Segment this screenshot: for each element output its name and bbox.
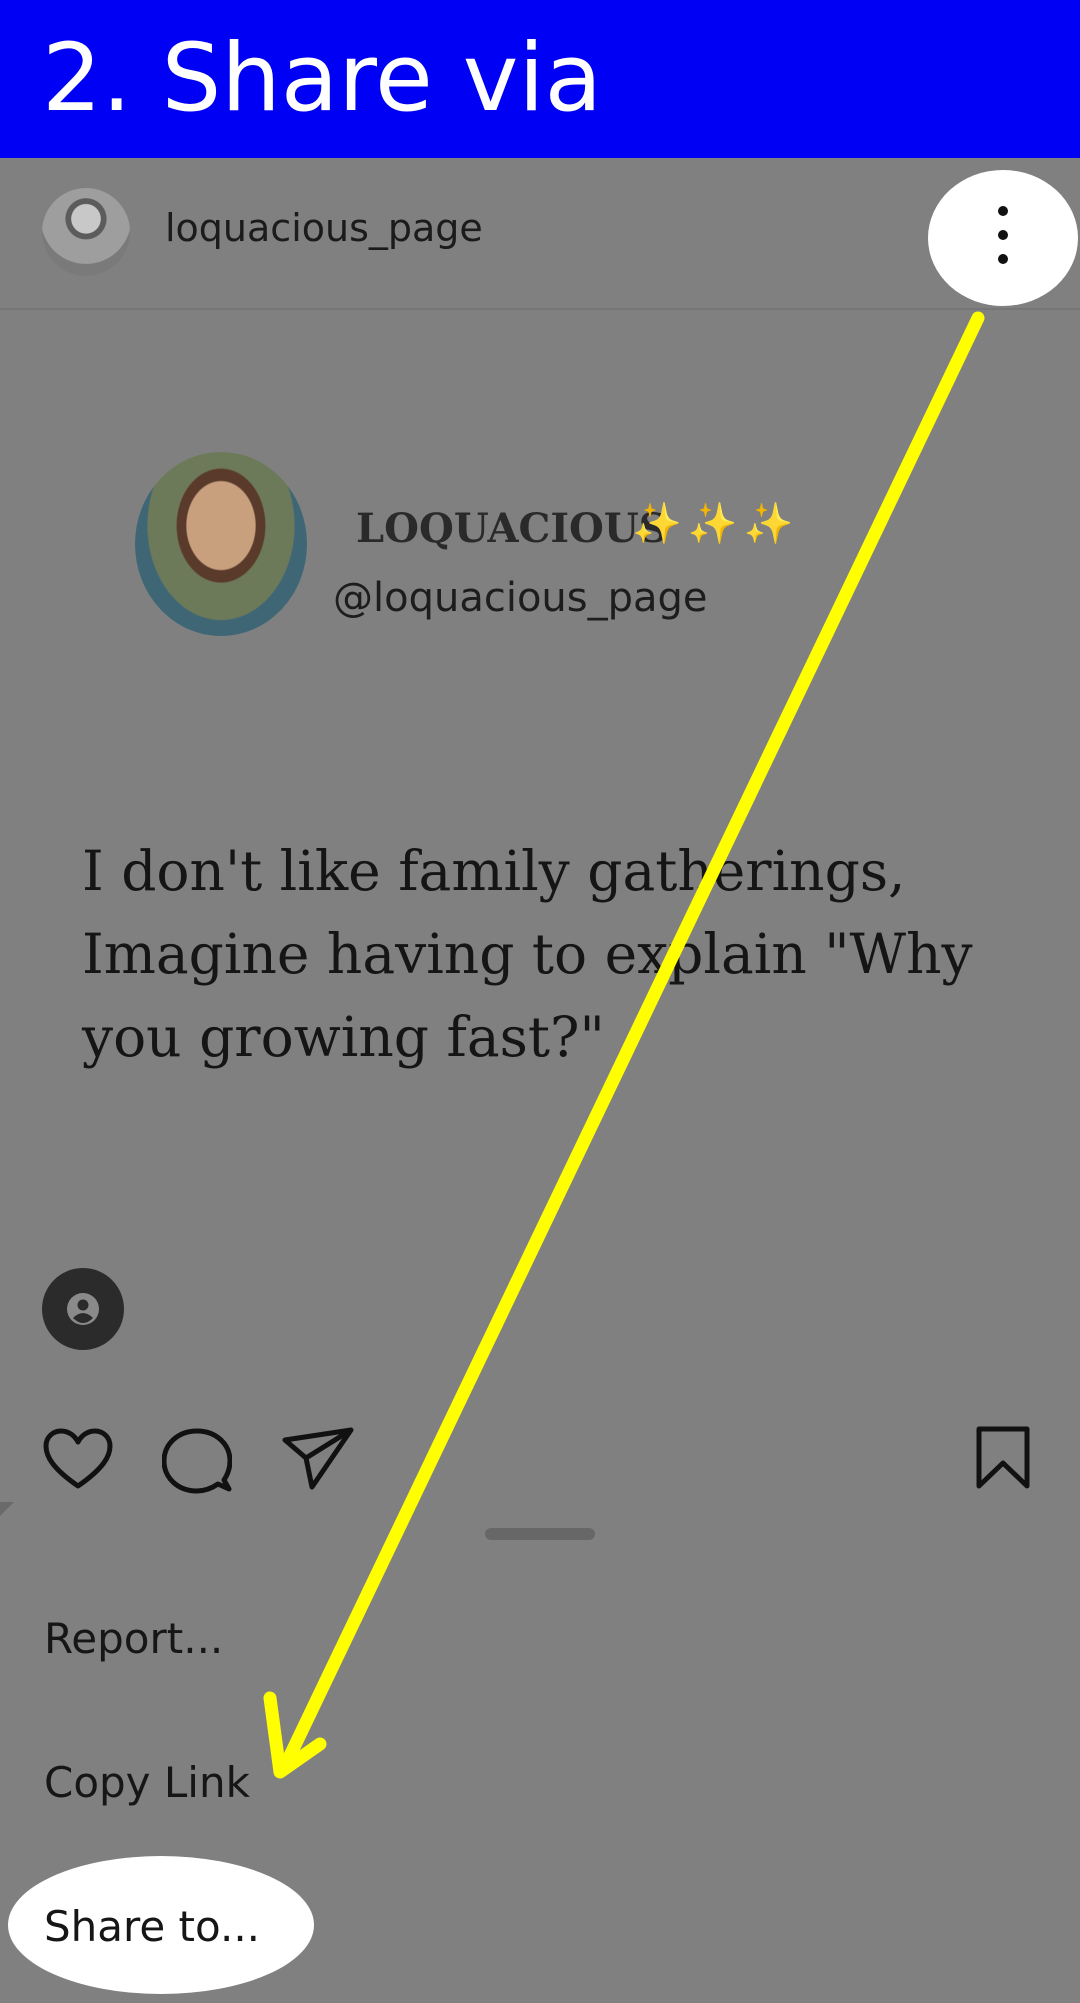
annotation-arrow	[263, 311, 985, 1779]
